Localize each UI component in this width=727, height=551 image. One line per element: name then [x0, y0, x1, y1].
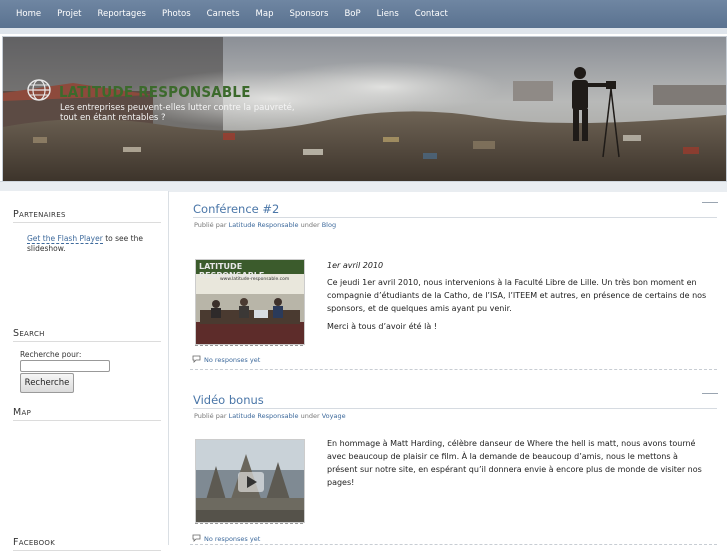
post-body-thanks: Merci à tous d’avoir été là !: [327, 322, 437, 331]
thumbnail-dash: [195, 523, 303, 524]
thumbnail-dash: [195, 345, 303, 346]
post-date: 1er avril 2010: [327, 261, 384, 270]
post-title-rule: [193, 408, 717, 409]
post-divider: [190, 369, 717, 371]
sidebar-heading-map: Map: [13, 407, 161, 421]
search-button[interactable]: Recherche: [20, 373, 74, 393]
site-tagline: Les entreprises peuvent-elles lutter con…: [60, 103, 295, 123]
video-thumbnail[interactable]: [195, 439, 305, 523]
post-title-accent: [702, 393, 718, 394]
post-title-conference[interactable]: Conférence #2: [193, 202, 279, 216]
author-link[interactable]: Latitude Responsable: [229, 412, 299, 420]
nav-item-photos[interactable]: Photos: [154, 9, 199, 19]
nav-item-map[interactable]: Map: [248, 9, 282, 19]
comments-link[interactable]: No responses yet: [192, 534, 260, 544]
top-navigation: Home Projet Reportages Photos Carnets Ma…: [0, 0, 727, 29]
meta-prefix: Publié par: [194, 221, 229, 229]
meta-mid: under: [298, 412, 322, 420]
meta-prefix: Publié par: [194, 412, 229, 420]
comments-count[interactable]: No responses yet: [204, 535, 260, 543]
site-title[interactable]: LATITUDE RESPONSABLE: [59, 83, 251, 101]
nav-item-liens[interactable]: Liens: [369, 9, 407, 19]
comments-link[interactable]: No responses yet: [192, 355, 260, 365]
post-divider: [190, 544, 717, 546]
sidebar-heading-facebook: Facebook: [13, 537, 161, 551]
meta-mid: under: [298, 221, 322, 229]
post-title-accent: [702, 202, 718, 203]
nav-menu: Home Projet Reportages Photos Carnets Ma…: [8, 0, 456, 28]
nav-item-contact[interactable]: Contact: [407, 9, 456, 19]
thumb-banner-url: www.latitude-responsable.com: [220, 277, 290, 282]
post-body: Ce jeudi 1er avril 2010, nous intervenio…: [327, 278, 707, 313]
partenaires-widget: Get the Flash Player to see the slidesho…: [27, 234, 147, 254]
category-link[interactable]: Blog: [322, 221, 336, 229]
speech-bubble-icon: [192, 534, 201, 544]
search-input[interactable]: [20, 360, 110, 372]
speech-bubble-icon: [192, 355, 201, 365]
nav-strip: [0, 28, 727, 34]
nav-item-home[interactable]: Home: [8, 9, 49, 19]
nav-item-sponsors[interactable]: Sponsors: [282, 9, 337, 19]
post-thumbnail-conference[interactable]: LATITUDE RESPONSABLE www.latitude-respon…: [195, 259, 305, 345]
sidebar-heading-partenaires: Partenaires: [13, 209, 161, 223]
category-link[interactable]: Voyage: [322, 412, 346, 420]
sidebar-heading-search: Search: [13, 328, 161, 342]
comments-count[interactable]: No responses yet: [204, 356, 260, 364]
post-meta: Publié par Latitude Responsable under Vo…: [194, 412, 346, 420]
post-title-rule: [193, 217, 717, 218]
nav-item-projet[interactable]: Projet: [49, 9, 89, 19]
nav-item-bop[interactable]: BoP: [336, 9, 368, 19]
globe-icon: [27, 79, 51, 101]
post-body: En hommage à Matt Harding, célèbre danse…: [327, 439, 702, 487]
nav-item-carnets[interactable]: Carnets: [199, 9, 248, 19]
post-meta: Publié par Latitude Responsable under Bl…: [194, 221, 336, 229]
author-link[interactable]: Latitude Responsable: [229, 221, 299, 229]
flash-player-link[interactable]: Get the Flash Player: [27, 234, 103, 244]
search-label: Recherche pour:: [20, 350, 82, 359]
post-title-video[interactable]: Vidéo bonus: [193, 393, 264, 407]
header-banner[interactable]: LATITUDE RESPONSABLE Les entreprises peu…: [2, 36, 727, 182]
nav-item-reportages[interactable]: Reportages: [90, 9, 154, 19]
